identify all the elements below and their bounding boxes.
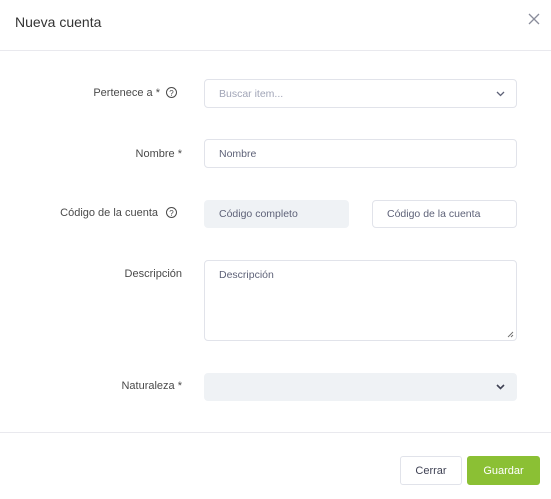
nombre-label: Nombre * [135,148,182,160]
codigo-cuenta-placeholder: Código de la cuenta [387,208,481,220]
naturaleza-select[interactable] [204,373,517,401]
close-icon[interactable] [527,12,541,26]
codigo-completo-placeholder: Código completo [219,208,298,220]
resize-handle-icon[interactable] [507,331,514,338]
pertenece-label: Pertenece a * [93,87,160,99]
modal-title: Nueva cuenta [15,14,102,30]
codigo-label: Código de la cuenta [60,207,158,219]
descripcion-placeholder: Descripción [219,269,274,281]
help-circle-icon[interactable]: ? [166,207,177,218]
pertenece-placeholder: Buscar item... [219,87,284,100]
modal-footer-divider [0,432,551,433]
pertenece-select[interactable]: Buscar item... [204,79,517,108]
codigo-cuenta-input[interactable]: Código de la cuenta [372,200,517,228]
descripcion-textarea[interactable]: Descripción [204,260,517,341]
nombre-input[interactable]: Nombre [204,139,517,168]
nombre-placeholder: Nombre [219,147,257,160]
chevron-down-icon [496,384,505,390]
modal-header: Nueva cuenta [0,0,551,51]
guardar-button[interactable]: Guardar [467,456,540,485]
naturaleza-label: Naturaleza * [121,380,182,392]
help-circle-icon[interactable]: ? [166,87,177,98]
codigo-completo-field: Código completo [204,200,349,228]
cerrar-button[interactable]: Cerrar [400,456,462,485]
chevron-down-icon [496,91,505,96]
descripcion-label: Descripción [124,268,182,280]
